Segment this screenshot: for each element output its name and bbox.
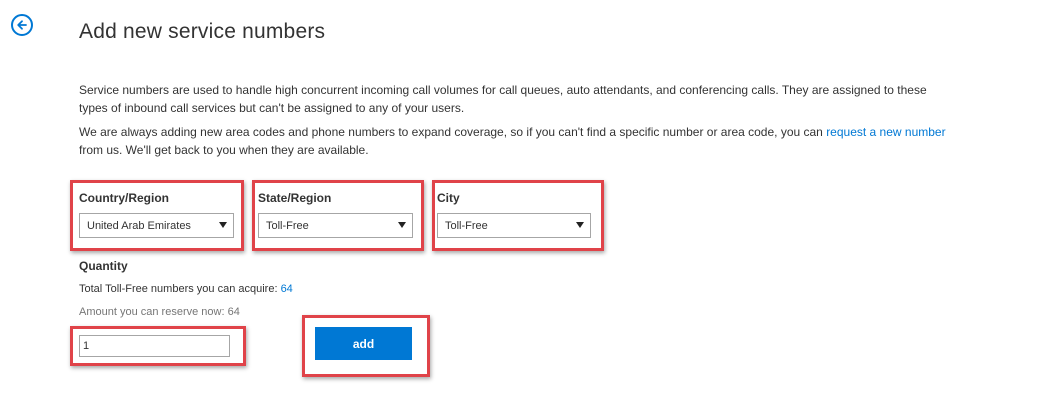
chevron-down-icon: [398, 222, 406, 228]
city-select-value: Toll-Free: [445, 219, 488, 232]
total-numbers-count: 64: [280, 283, 293, 295]
chevron-down-icon: [576, 222, 584, 228]
back-button[interactable]: [11, 14, 33, 36]
city-label: City: [437, 191, 460, 205]
intro-paragraph-2-text: We are always adding new area codes and …: [79, 125, 827, 139]
quantity-input[interactable]: [79, 335, 230, 357]
add-button[interactable]: add: [315, 327, 412, 360]
city-select[interactable]: Toll-Free: [437, 213, 591, 238]
arrow-left-icon: [17, 20, 27, 30]
page-title: Add new service numbers: [79, 20, 326, 43]
country-label: Country/Region: [79, 191, 169, 205]
state-select[interactable]: Toll-Free: [258, 213, 413, 238]
intro-paragraph-1: Service numbers are used to handle high …: [79, 83, 927, 115]
state-select-value: Toll-Free: [266, 219, 309, 232]
chevron-down-icon: [219, 222, 227, 228]
intro-paragraph-2: We are always adding new area codes and …: [79, 123, 949, 159]
country-select[interactable]: United Arab Emirates: [79, 213, 234, 238]
country-select-value: United Arab Emirates: [87, 219, 191, 232]
total-numbers-label: Total Toll-Free numbers you can acquire:: [79, 283, 281, 295]
quantity-label: Quantity: [79, 259, 128, 273]
total-numbers-text: Total Toll-Free numbers you can acquire:…: [79, 283, 293, 295]
state-label: State/Region: [258, 191, 332, 205]
intro-paragraph-2-end: from us. We'll get back to you when they…: [79, 143, 369, 157]
reserve-amount-text: Amount you can reserve now: 64: [79, 306, 240, 318]
request-new-number-link[interactable]: request a new number: [826, 125, 945, 139]
